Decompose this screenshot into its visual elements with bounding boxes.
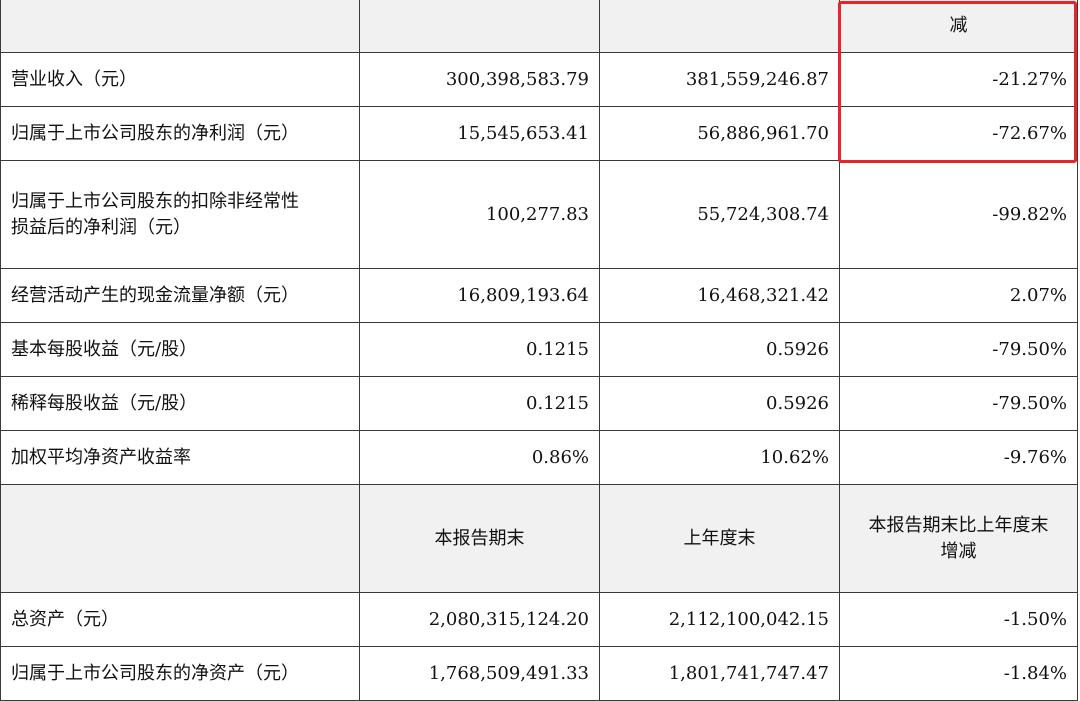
row-label: 归属于上市公司股东的扣除非经常性 损益后的净利润（元）	[0, 160, 360, 269]
table2-header-change: 本报告期末比上年度末 增减	[839, 484, 1078, 593]
row-label: 归属于上市公司股东的净资产（元）	[0, 646, 360, 701]
row-change: -1.84%	[839, 646, 1078, 701]
table2-header-row: 本报告期末 上年度末 本报告期末比上年度末 增减	[0, 484, 1078, 593]
financial-table: 减 营业收入（元） 300,398,583.79 381,559,246.87 …	[0, 0, 1078, 701]
row-previous: 55,724,308.74	[599, 160, 840, 269]
table-row: 加权平均净资产收益率 0.86% 10.62% -9.76%	[0, 430, 1078, 485]
table2-header-change-line2: 增减	[940, 540, 977, 562]
table1-header-c1	[0, 0, 360, 53]
row-change: -72.67%	[839, 106, 1078, 161]
table-row: 营业收入（元） 300,398,583.79 381,559,246.87 -2…	[0, 52, 1078, 107]
table2-header-c1	[0, 484, 360, 593]
row-change: -99.82%	[839, 160, 1078, 269]
row-change: -79.50%	[839, 322, 1078, 377]
row-change: 2.07%	[839, 268, 1078, 323]
table-row: 稀释每股收益（元/股） 0.1215 0.5926 -79.50%	[0, 376, 1078, 431]
row-previous: 0.5926	[599, 376, 840, 431]
table1-header-c2	[359, 0, 600, 53]
table-row: 基本每股收益（元/股） 0.1215 0.5926 -79.50%	[0, 322, 1078, 377]
row-current: 1,768,509,491.33	[359, 646, 600, 701]
row-change: -9.76%	[839, 430, 1078, 485]
table-row: 总资产（元） 2,080,315,124.20 2,112,100,042.15…	[0, 592, 1078, 647]
row-current: 16,809,193.64	[359, 268, 600, 323]
row-current: 0.86%	[359, 430, 600, 485]
table2-header-current: 本报告期末	[359, 484, 600, 593]
row-label: 归属于上市公司股东的净利润（元）	[0, 106, 360, 161]
table1-header-row: 减	[0, 0, 1078, 53]
row-label: 总资产（元）	[0, 592, 360, 647]
row-previous: 10.62%	[599, 430, 840, 485]
table-row: 归属于上市公司股东的扣除非经常性 损益后的净利润（元） 100,277.83 5…	[0, 160, 1078, 269]
row-previous: 381,559,246.87	[599, 52, 840, 107]
row-label: 营业收入（元）	[0, 52, 360, 107]
row-label: 基本每股收益（元/股）	[0, 322, 360, 377]
row-previous: 2,112,100,042.15	[599, 592, 840, 647]
row-label: 加权平均净资产收益率	[0, 430, 360, 485]
row-current: 0.1215	[359, 322, 600, 377]
table2-header-previous: 上年度末	[599, 484, 840, 593]
row-label: 稀释每股收益（元/股）	[0, 376, 360, 431]
row-label-line1: 归属于上市公司股东的扣除非经常性	[11, 190, 299, 212]
table2-header-change-line1: 本报告期末比上年度末	[868, 514, 1049, 536]
row-previous: 1,801,741,747.47	[599, 646, 840, 701]
row-current: 15,545,653.41	[359, 106, 600, 161]
row-current: 0.1215	[359, 376, 600, 431]
row-current: 300,398,583.79	[359, 52, 600, 107]
row-previous: 0.5926	[599, 322, 840, 377]
table-row: 归属于上市公司股东的净利润（元） 15,545,653.41 56,886,96…	[0, 106, 1078, 161]
table1-header-change: 减	[839, 0, 1078, 53]
financial-summary-sheet: 减 营业收入（元） 300,398,583.79 381,559,246.87 …	[0, 0, 1080, 701]
table1-header-c3	[599, 0, 840, 53]
row-current: 100,277.83	[359, 160, 600, 269]
row-label-line2: 损益后的净利润（元）	[11, 216, 191, 238]
row-label: 经营活动产生的现金流量净额（元）	[0, 268, 360, 323]
row-change: -21.27%	[839, 52, 1078, 107]
row-change: -79.50%	[839, 376, 1078, 431]
row-current: 2,080,315,124.20	[359, 592, 600, 647]
row-previous: 16,468,321.42	[599, 268, 840, 323]
table-row: 经营活动产生的现金流量净额（元） 16,809,193.64 16,468,32…	[0, 268, 1078, 323]
row-previous: 56,886,961.70	[599, 106, 840, 161]
table-row: 归属于上市公司股东的净资产（元） 1,768,509,491.33 1,801,…	[0, 646, 1078, 701]
row-change: -1.50%	[839, 592, 1078, 647]
